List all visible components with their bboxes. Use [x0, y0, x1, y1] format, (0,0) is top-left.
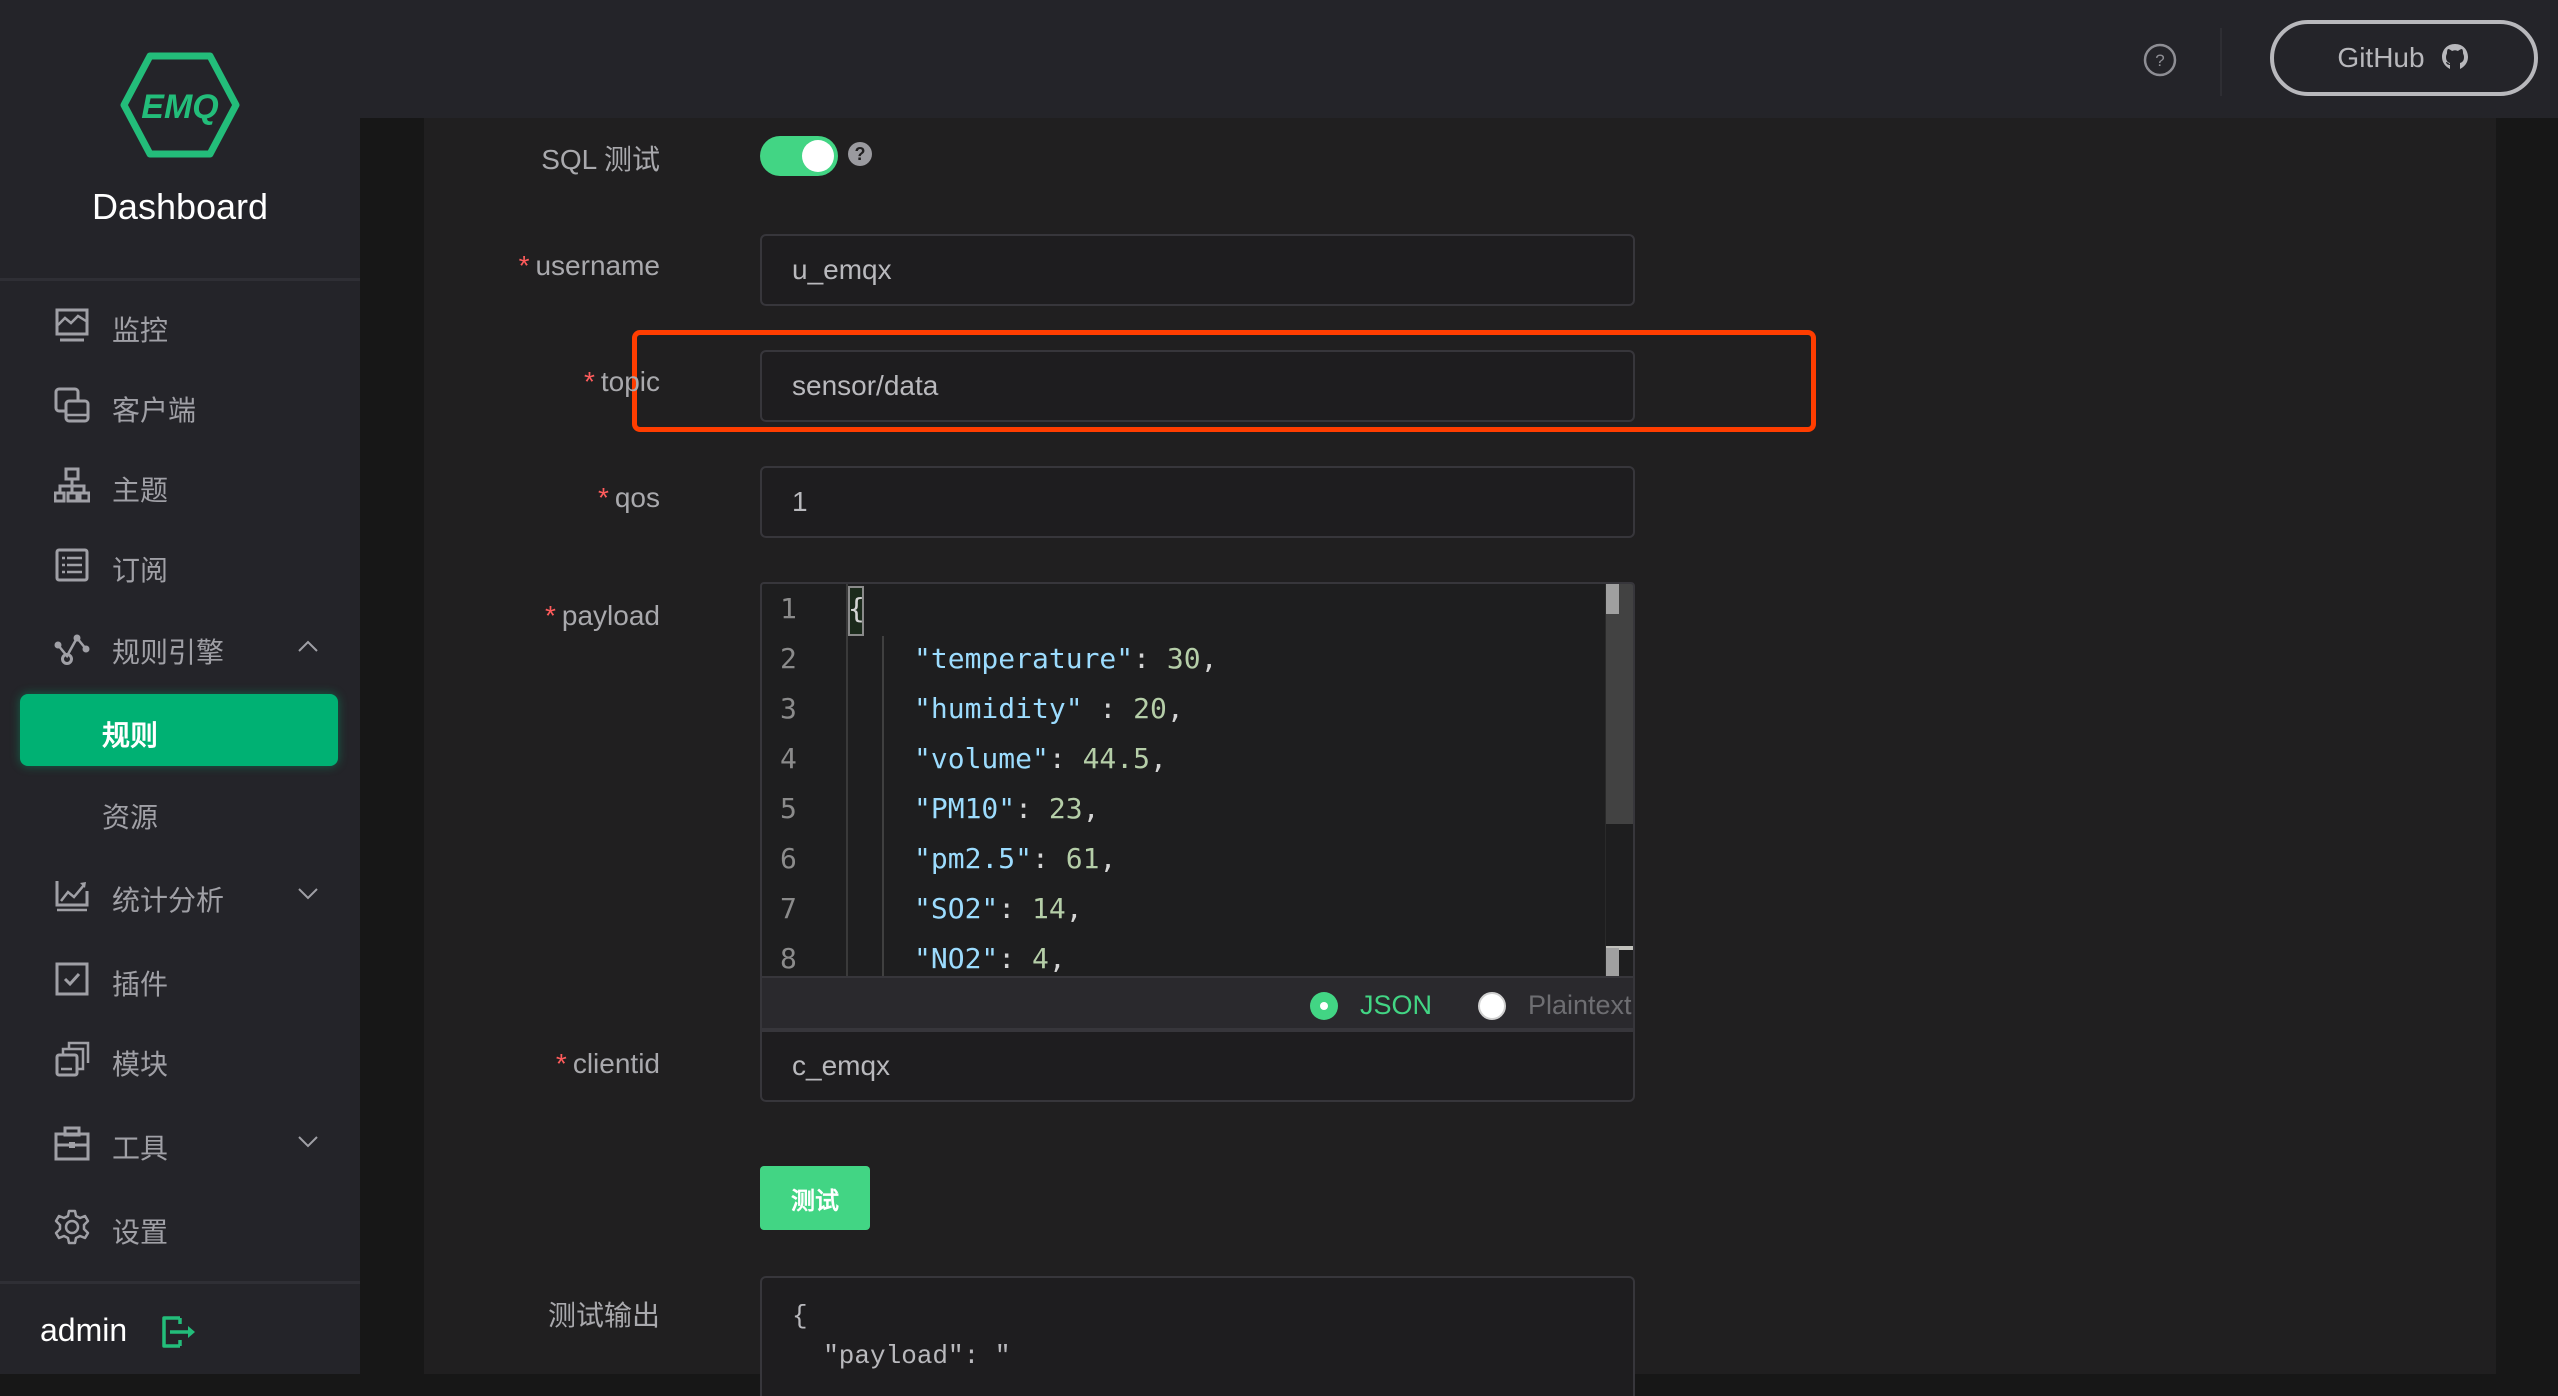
code-line: "pm2.5": 61,: [914, 842, 1117, 875]
help-icon[interactable]: ?: [2142, 42, 2178, 78]
topic-label: * topic: [583, 366, 660, 397]
radio-dot: [1310, 991, 1338, 1020]
clientid-input[interactable]: c_emqx: [760, 1030, 1635, 1102]
topics-icon: [54, 467, 90, 503]
line-number: 1: [780, 592, 797, 625]
chevron-down-icon: [298, 1136, 318, 1148]
sidebar-subitem-rules[interactable]: 规则: [20, 694, 338, 766]
required-mark: *: [518, 250, 530, 281]
rule-engine-icon: [54, 634, 90, 665]
topic-input[interactable]: sensor/data: [760, 350, 1635, 422]
sidebar-divider: [0, 278, 360, 281]
sidebar-item-analytics[interactable]: 统计分析: [0, 860, 360, 930]
chevron-up-icon: [298, 640, 318, 652]
sidebar-item-topics[interactable]: 主题: [0, 450, 360, 520]
sidebar-item-subscriptions[interactable]: 订阅: [0, 530, 360, 600]
tools-icon: [54, 1126, 90, 1161]
line-number: 6: [780, 842, 797, 875]
emq-logo: EMQ: [120, 52, 240, 158]
payload-editor[interactable]: 1 2 3 4 5 6 7 8 { "temperature": 30, "hu…: [760, 582, 1635, 1030]
sql-test-help-icon[interactable]: ?: [848, 142, 872, 166]
analytics-icon: [55, 881, 89, 912]
code-area[interactable]: { "temperature": 30, "humidity" : 20, "v…: [846, 584, 1606, 976]
test-output-label: 测试输出: [547, 1300, 660, 1331]
sidebar-item-modules[interactable]: 模块: [0, 1024, 360, 1094]
github-icon: [2441, 44, 2468, 69]
code-line: "humidity" : 20,: [914, 692, 1184, 725]
code-line: "PM10": 23,: [914, 792, 1100, 825]
sql-test-label: SQL 测试: [541, 144, 660, 175]
username-input[interactable]: u_emqx: [760, 234, 1635, 306]
code-line: "SO2": 14,: [914, 892, 1083, 925]
format-radio-plaintext[interactable]: Plaintext: [1478, 990, 1632, 1021]
code-line: {: [848, 592, 865, 625]
scrollbar-thumb-bottom: [1606, 948, 1619, 976]
username-label: * username: [518, 250, 660, 281]
sidebar: EMQ Dashboard 监控 客户端 主题 订阅 规则引擎 规则 资源 统计…: [0, 0, 360, 1374]
line-number-gutter: 1 2 3 4 5 6 7 8: [762, 584, 846, 976]
line-number: 5: [780, 792, 797, 825]
editor-scrollbar[interactable]: [1605, 584, 1633, 976]
code-line: "volume": 44.5,: [914, 742, 1167, 775]
sidebar-item-rule-engine[interactable]: 规则引擎: [0, 612, 360, 682]
rule-form-card: SQL 测试 ? * username u_emqx * topic sensor/…: [424, 118, 2496, 1396]
toggle-knob: [802, 140, 834, 172]
required-mark: *: [545, 600, 556, 631]
brand-title: Dashboard: [91, 186, 269, 227]
code-line: "NO2": 4,: [914, 942, 1066, 975]
line-number: 2: [780, 642, 797, 675]
required-mark: *: [597, 482, 609, 513]
required-mark: *: [555, 1048, 567, 1079]
scrollbar-track: [1606, 584, 1633, 824]
svg-text:?: ?: [2155, 51, 2164, 70]
logout-icon[interactable]: [160, 1314, 196, 1350]
sidebar-item-plugins[interactable]: 插件: [0, 944, 360, 1014]
line-number: 7: [780, 892, 797, 925]
sidebar-divider: [0, 1281, 360, 1284]
line-number: 3: [780, 692, 797, 725]
qos-input[interactable]: 1: [760, 466, 1635, 538]
github-button[interactable]: GitHub: [2270, 20, 2538, 96]
chevron-down-icon: [298, 888, 318, 900]
indent-guide: [882, 636, 884, 976]
subscriptions-icon: [55, 548, 89, 582]
sidebar-item-monitor[interactable]: 监控: [0, 290, 360, 360]
clients-icon: [54, 387, 90, 423]
top-header: ? GitHub 试用企业版: [360, 0, 2558, 118]
monitor-icon: [55, 308, 89, 342]
code-line: "temperature": 30,: [914, 642, 1218, 675]
scrollbar-thumb[interactable]: [1606, 584, 1619, 614]
sidebar-item-tools[interactable]: 工具: [0, 1108, 360, 1178]
plugins-icon: [55, 962, 89, 996]
settings-icon: [54, 1209, 90, 1245]
qos-label: * qos: [597, 482, 660, 513]
clientid-label: * clientid: [555, 1048, 660, 1079]
svg-text:EMQ: EMQ: [141, 88, 218, 126]
header-divider: [2220, 28, 2222, 96]
modules-icon: [55, 1041, 90, 1077]
radio-dot: [1478, 991, 1506, 1020]
current-user: admin: [40, 1312, 128, 1348]
test-output: { "payload": ": [760, 1276, 1635, 1396]
line-number: 4: [780, 742, 797, 775]
test-button[interactable]: 测试: [760, 1166, 870, 1230]
sidebar-item-clients[interactable]: 客户端: [0, 370, 360, 440]
payload-label: * payload: [545, 600, 660, 631]
format-radio-json[interactable]: JSON: [1310, 990, 1432, 1021]
sidebar-item-settings[interactable]: 设置: [0, 1192, 360, 1262]
sidebar-subitem-resources[interactable]: 资源: [20, 776, 338, 848]
required-mark: *: [583, 366, 595, 397]
line-number: 8: [780, 942, 797, 975]
sql-test-toggle[interactable]: [760, 136, 838, 176]
payload-format-bar: JSON Plaintext: [762, 976, 1633, 1028]
